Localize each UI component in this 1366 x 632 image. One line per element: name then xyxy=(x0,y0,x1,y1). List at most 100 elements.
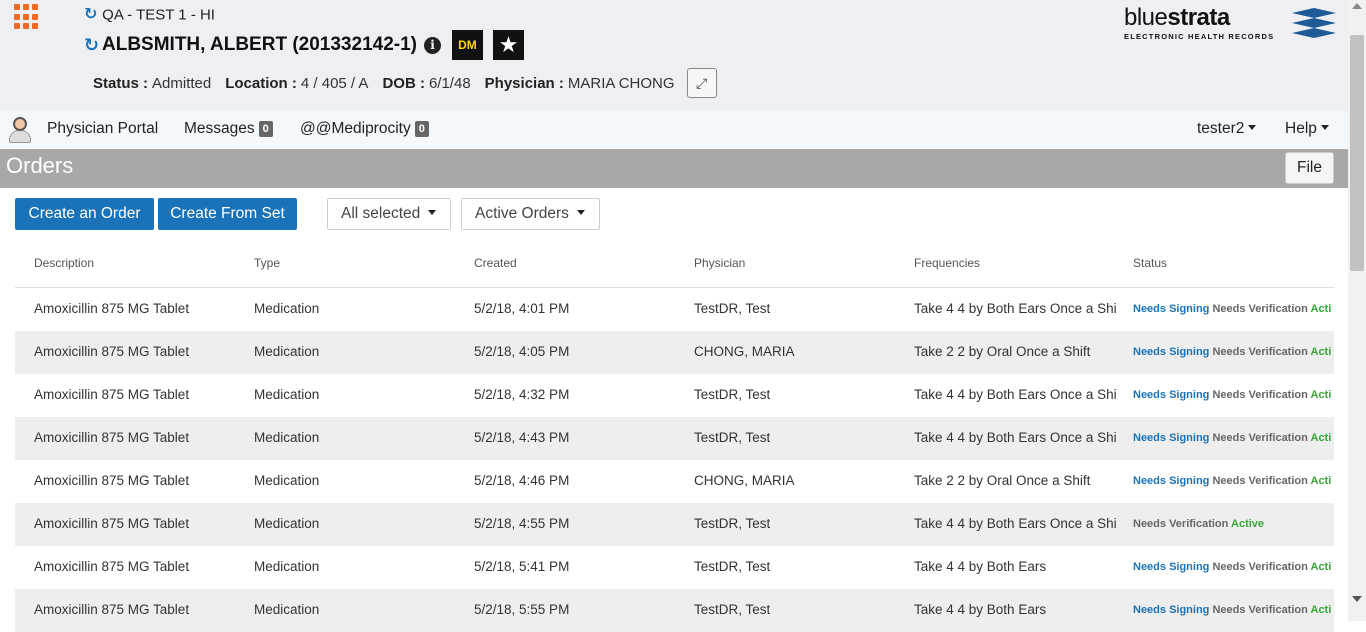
order-status-filter-label: Active Orders xyxy=(475,205,569,222)
cell-description: Amoxicillin 875 MG Tablet xyxy=(34,344,190,359)
status-needs-signing: Needs Signing xyxy=(1133,389,1210,401)
cell-frequency: Take 4 4 by Both Ears Once a Shi xyxy=(914,387,1117,402)
refresh-icon[interactable]: ↻ xyxy=(84,36,99,54)
cell-frequency: Take 4 4 by Both Ears Once a Shi xyxy=(914,516,1117,531)
nav-physician-portal[interactable]: Physician Portal xyxy=(47,111,158,148)
table-row[interactable]: Amoxicillin 875 MG Tablet Medication 5/2/1… xyxy=(15,288,1334,331)
scroll-down-arrow-icon[interactable] xyxy=(1352,596,1362,602)
status-needs-verification: Needs Verification xyxy=(1212,346,1308,358)
status-needs-signing: Needs Signing xyxy=(1133,432,1210,444)
help-menu[interactable]: Help xyxy=(1285,111,1329,148)
table-row[interactable]: Amoxicillin 875 MG Tablet Medication 5/2/1… xyxy=(15,589,1334,632)
cell-created: 5/2/18, 5:41 PM xyxy=(474,559,570,574)
nav-mediprocity[interactable]: @@Mediprocity 0 xyxy=(300,111,429,148)
column-header-description[interactable]: Description xyxy=(34,256,94,270)
cell-physician: TestDR, Test xyxy=(694,516,771,531)
status-needs-signing: Needs Signing xyxy=(1133,561,1210,573)
cell-description: Amoxicillin 875 MG Tablet xyxy=(34,387,190,402)
location-value: 4 / 405 / A xyxy=(300,74,369,92)
create-from-set-button[interactable]: Create From Set xyxy=(158,198,297,230)
cell-frequency: Take 4 4 by Both Ears xyxy=(914,602,1047,617)
order-status-filter[interactable]: Active Orders xyxy=(461,198,600,230)
cell-created: 5/2/18, 4:46 PM xyxy=(474,473,570,488)
cell-status: Needs Signing Needs Verification Acti xyxy=(1133,475,1334,487)
cell-type: Medication xyxy=(254,387,320,402)
cell-description: Amoxicillin 875 MG Tablet xyxy=(34,559,190,574)
table-row[interactable]: Amoxicillin 875 MG Tablet Medication 5/2/1… xyxy=(15,374,1334,417)
cell-type: Medication xyxy=(254,301,320,316)
star-badge-number: 1 xyxy=(504,48,511,59)
mediprocity-count-badge: 0 xyxy=(414,121,429,137)
cell-created: 5/2/18, 4:05 PM xyxy=(474,344,570,359)
column-header-frequencies[interactable]: Frequencies xyxy=(914,256,980,270)
star-badge-icon: ★ 1 xyxy=(492,30,524,60)
refresh-icon[interactable]: ↻ xyxy=(84,7,98,23)
apps-grid-icon[interactable] xyxy=(14,4,40,30)
table-row[interactable]: Amoxicillin 875 MG Tablet Medication 5/2/1… xyxy=(15,503,1334,546)
brand-word-light: blue xyxy=(1124,4,1168,31)
messages-count-badge: 0 xyxy=(258,121,273,137)
brand-word-bold: strata xyxy=(1167,4,1230,31)
scroll-up-arrow-icon[interactable] xyxy=(1352,3,1362,9)
status-needs-verification: Needs Verification xyxy=(1212,432,1308,444)
user-menu[interactable]: tester2 xyxy=(1197,111,1257,148)
census-line: ↻ QA - TEST 1 - HI xyxy=(84,6,215,24)
brand-logo: bluestrata ELECTRONIC HEALTH RECORDS xyxy=(1124,6,1336,46)
table-row[interactable]: Amoxicillin 875 MG Tablet Medication 5/2/1… xyxy=(15,331,1334,374)
cell-created: 5/2/18, 4:43 PM xyxy=(474,430,570,445)
dm-badge: DM xyxy=(451,30,483,60)
physician-value: MARIA CHONG xyxy=(567,74,675,92)
info-icon[interactable]: i xyxy=(423,36,441,54)
expand-button[interactable]: ⤢ xyxy=(686,68,717,98)
create-order-button[interactable]: Create an Order xyxy=(15,198,154,230)
file-button[interactable]: File xyxy=(1285,152,1334,184)
dob-label: DOB : xyxy=(382,74,425,92)
table-row[interactable]: Amoxicillin 875 MG Tablet Medication 5/2/1… xyxy=(15,546,1334,589)
status-active: Acti xyxy=(1310,475,1332,487)
scroll-thumb[interactable] xyxy=(1350,35,1364,271)
status-needs-signing: Needs Signing xyxy=(1133,303,1210,315)
status-label: Status : xyxy=(93,74,149,92)
page-title: Orders xyxy=(6,153,74,178)
cell-created: 5/2/18, 4:01 PM xyxy=(474,301,570,316)
column-header-created[interactable]: Created xyxy=(474,256,517,270)
status-needs-verification: Needs Verification xyxy=(1212,389,1308,401)
cell-status: Needs Signing Needs Verification Acti xyxy=(1133,389,1334,401)
cell-physician: CHONG, MARIA xyxy=(694,344,795,359)
status-needs-signing: Needs Signing xyxy=(1133,604,1210,616)
table-body: Amoxicillin 875 MG Tablet Medication 5/2/1… xyxy=(15,288,1334,632)
cell-frequency: Take 4 4 by Both Ears Once a Shi xyxy=(914,430,1117,445)
location-label: Location : xyxy=(225,74,297,92)
status-needs-signing: Needs Signing xyxy=(1133,475,1210,487)
table-row[interactable]: Amoxicillin 875 MG Tablet Medication 5/2/1… xyxy=(15,460,1334,503)
cell-description: Amoxicillin 875 MG Tablet xyxy=(34,301,190,316)
orders-title-bar: Orders File xyxy=(0,149,1348,188)
nav-messages-label: Messages xyxy=(184,120,255,137)
column-header-status[interactable]: Status xyxy=(1133,256,1167,270)
cell-type: Medication xyxy=(254,559,320,574)
cell-status: Needs Signing Needs Verification Acti xyxy=(1133,303,1334,315)
cell-created: 5/2/18, 4:55 PM xyxy=(474,516,570,531)
status-needs-verification: Needs Verification xyxy=(1133,518,1229,530)
caret-down-icon xyxy=(576,210,585,215)
patient-name: ALBSMITH, ALBERT (201332142-1) xyxy=(102,34,417,55)
nav-mediprocity-label: @@Mediprocity xyxy=(300,120,411,137)
table-row[interactable]: Amoxicillin 875 MG Tablet Medication 5/2/1… xyxy=(15,417,1334,460)
order-type-filter[interactable]: All selected xyxy=(327,198,451,230)
status-active: Acti xyxy=(1310,346,1332,358)
nav-physician-portal-label: Physician Portal xyxy=(47,120,159,137)
cell-created: 5/2/18, 5:55 PM xyxy=(474,602,570,617)
column-header-type[interactable]: Type xyxy=(254,256,280,270)
column-header-physician[interactable]: Physician xyxy=(694,256,745,270)
status-needs-verification: Needs Verification xyxy=(1212,475,1308,487)
status-needs-verification: Needs Verification xyxy=(1212,303,1308,315)
nav-messages[interactable]: Messages 0 xyxy=(184,111,273,148)
cell-status: Needs Signing Needs Verification Acti xyxy=(1133,561,1334,573)
vertical-scrollbar[interactable] xyxy=(1348,0,1366,621)
cell-type: Medication xyxy=(254,344,320,359)
cell-status: Needs Signing Needs Verification Acti xyxy=(1133,346,1334,358)
top-nav: Physician Portal Messages 0 @@Mediprocity… xyxy=(0,111,1348,148)
status-needs-verification: Needs Verification xyxy=(1212,561,1308,573)
patient-header: ↻ QA - TEST 1 - HI ↻ ALBSMITH, ALBERT (2… xyxy=(0,0,1348,111)
status-value: Admitted xyxy=(152,74,212,92)
